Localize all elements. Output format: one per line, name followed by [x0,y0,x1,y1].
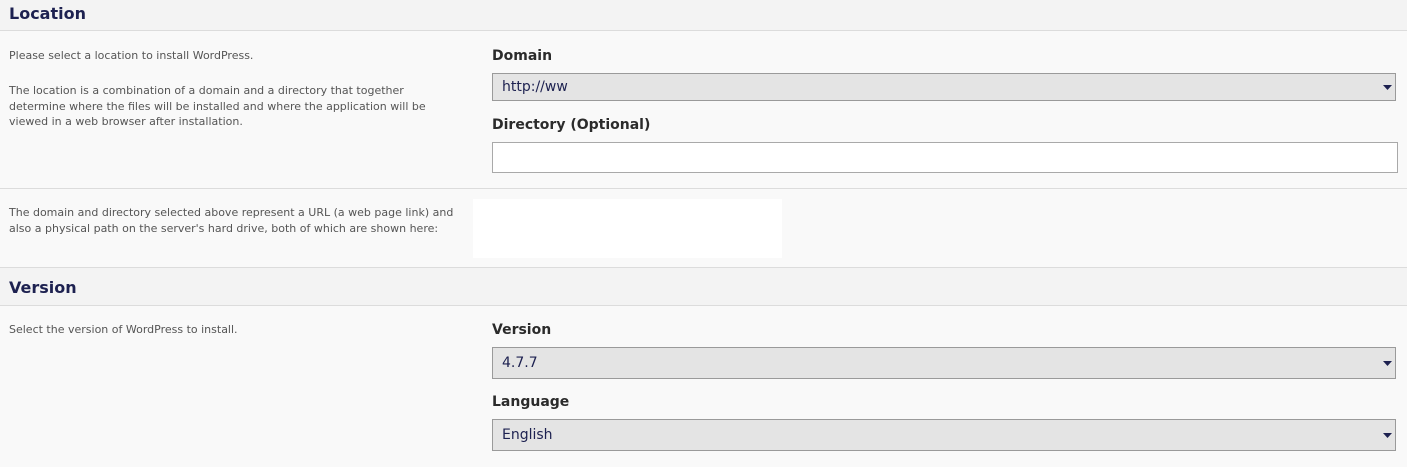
version-heading: Version [9,278,77,297]
path-help-text: The domain and directory selected above … [9,206,454,235]
version-select[interactable]: 4.7.7 [492,347,1396,379]
version-select-value: 4.7.7 [502,355,538,371]
chevron-down-icon [1379,74,1395,100]
path-preview-box [473,199,782,258]
chevron-down-icon [1379,420,1395,450]
directory-input[interactable] [492,142,1398,173]
domain-select[interactable]: http://ww [492,73,1396,101]
location-fields-block: Please select a location to install Word… [0,31,1407,189]
location-description-text: The location is a combination of a domai… [9,84,426,128]
language-select[interactable]: English [492,419,1396,451]
domain-select-value: http://ww [502,79,568,95]
path-preview-block: The domain and directory selected above … [0,189,1407,268]
language-label: Language [492,394,570,410]
language-select-value: English [502,427,553,443]
version-section-header: Version [0,268,1407,306]
location-section-header: Location [0,0,1407,31]
chevron-down-icon [1379,348,1395,378]
location-help-text: Please select a location to install Word… [9,49,254,62]
version-help-text: Select the version of WordPress to insta… [9,323,238,336]
location-heading: Location [9,4,86,23]
directory-label: Directory (Optional) [492,117,651,133]
version-label: Version [492,322,552,338]
version-fields-block: Select the version of WordPress to insta… [0,306,1407,467]
domain-label: Domain [492,48,553,64]
